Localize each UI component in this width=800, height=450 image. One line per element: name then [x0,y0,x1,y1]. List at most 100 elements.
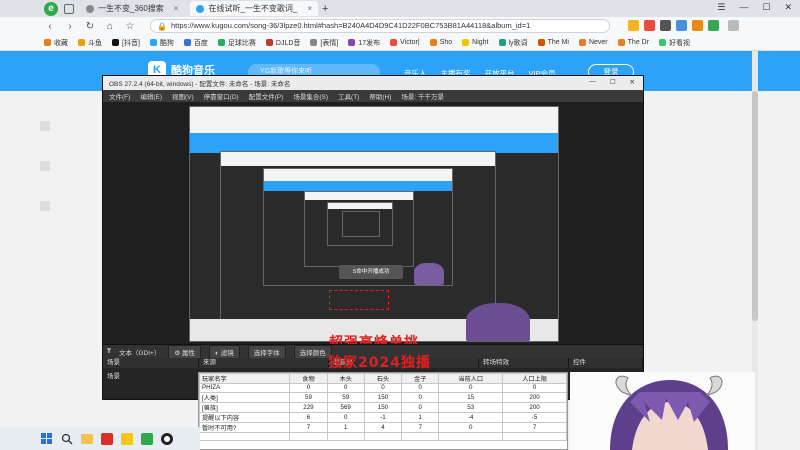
select-color-button[interactable]: 选择颜色 [293,344,332,359]
table-row: PHIZA 0 0 0 0 0 0 [198,383,567,393]
dock-controls-header: 控件 [569,358,643,368]
captured-frame: S命中开播成功 [220,151,496,321]
bookmark-item[interactable]: Victor| [390,39,420,46]
sidebar-toggle-icon[interactable] [64,3,74,14]
bookmark-item[interactable]: Night [462,39,489,46]
close-window-icon[interactable]: ✕ [630,78,635,86]
extension-icon[interactable] [676,20,687,31]
tab-search[interactable]: 一生不变_360搜索 × [80,1,184,16]
tab-kugou[interactable]: 在线试听_一生不变歌词_ × [190,1,319,16]
page-side-icons [40,121,52,301]
search-icon[interactable] [60,432,74,446]
col-header: 木头 [326,373,365,384]
bookmark-item[interactable]: DJLD音 [265,38,300,48]
menu-icon[interactable]: ☰ [717,2,725,13]
bookmark-item[interactable]: 17发布 [348,38,380,48]
bookmark-item[interactable]: 足球比赛 [217,38,256,48]
app-icon-green[interactable] [140,432,154,446]
browser-tab-bar: e 一生不变_360搜索 × 在线试听_一生不变歌词_ × + ☰ — ☐ ✕ [0,0,800,17]
extension-icon[interactable] [708,20,719,31]
minimize-icon[interactable]: — [739,2,748,13]
captured-frame [327,202,393,246]
properties-button[interactable]: ⚙ 属性 [168,344,201,359]
resource-table: 玩家名字 食物 木头 石头 金子 当前人口 人口上限 PHIZA 0 0 0 0 0 0 [… [198,372,568,450]
bookmark-item[interactable]: 收藏 [44,38,68,48]
col-header: 人口上限 [502,373,567,384]
minimize-icon[interactable]: — [589,78,596,86]
bookmark-item[interactable]: 斗鱼 [78,38,102,48]
menu-docks[interactable]: 停靠窗口(D) [204,91,239,101]
menu-icon[interactable] [728,20,739,31]
table-row: 提醒以下内容 6 0 -1 1 -4 -5 [198,411,567,423]
bookmark-item[interactable]: ly歌词 [498,38,528,48]
bookmark-item[interactable]: Sho [429,39,452,46]
extension-icon[interactable] [644,20,655,31]
menu-scene[interactable]: 场景: 千千万景 [401,91,444,101]
menu-profile[interactable]: 配置文件(P) [249,91,284,101]
home-icon[interactable]: ⌂ [104,21,116,32]
tab-favicon-icon [196,4,205,13]
url-input[interactable]: 🔒 https://www.kugou.com/song-36/3lpze0.h… [150,19,610,33]
table-row: [兽族] 229 569 150 0 53 200 [198,401,567,413]
star-icon[interactable]: ☆ [124,21,136,32]
text-icon: T [107,348,111,355]
back-icon[interactable]: ‹ [44,21,56,32]
app-icon-red[interactable] [100,432,114,446]
extension-icon[interactable] [628,20,639,31]
filter-icon: ◐ [214,349,219,357]
menu-view[interactable]: 视图(V) [172,91,194,101]
avatar-illustration [610,375,728,450]
streamer-avatar [570,372,755,450]
close-icon[interactable]: × [307,4,312,13]
menu-tools[interactable]: 工具(T) [338,91,359,101]
browser-logo-icon: e [44,1,58,16]
bookmark-item[interactable]: Never [578,39,608,46]
menu-scene-collection[interactable]: 场景集合(S) [293,91,328,101]
address-bar-row: ‹ › ↻ ⌂ ☆ 🔒 https://www.kugou.com/song-3… [0,17,800,35]
close-icon[interactable]: × [174,4,179,13]
app-icon-yellow[interactable] [120,432,134,446]
maximize-icon[interactable]: ☐ [762,2,770,13]
maximize-icon[interactable]: ☐ [610,78,616,86]
captured-frame: S命中开播成功 [263,168,453,286]
selection-box [329,290,389,310]
menu-help[interactable]: 帮助(H) [369,91,391,101]
dock-scenes-header: 场景 [103,358,199,368]
forward-icon[interactable]: › [64,21,76,32]
avatar [466,303,530,341]
scene-item[interactable]: 场景 [107,370,120,380]
bookmark-item[interactable]: The Dr [617,39,649,46]
table-header-row: 玩家名字 食物 木头 石头 金子 当前人口 人口上限 [198,373,567,384]
bookmark-item[interactable]: 百度 [183,38,208,48]
filters-button[interactable]: ◐ 滤镜 [208,344,240,359]
file-explorer-icon[interactable] [80,432,94,446]
windows-start-icon[interactable] [40,432,54,446]
extension-icon[interactable] [692,20,703,31]
bookmark-item[interactable]: [抖音] [112,38,140,48]
select-font-button[interactable]: 选择字体 [247,344,286,359]
extension-icon[interactable] [660,20,671,31]
resource-table-grid: 玩家名字 食物 木头 石头 金子 当前人口 人口上限 PHIZA 0 0 0 0 0 0 [… [198,373,567,442]
menu-edit[interactable]: 编辑(E) [140,91,162,101]
reload-icon[interactable]: ↻ [84,21,96,32]
bookmark-item[interactable]: [表情] [310,38,338,48]
menu-file[interactable]: 文件(F) [109,91,130,101]
bookmark-item[interactable]: 酷狗 [149,38,174,48]
obs-preview[interactable]: S命中开播成功 超强高峰单挑 [103,102,643,344]
bookmark-item[interactable]: 好看视 [659,38,690,48]
bookmarks-bar: 收藏 斗鱼 [抖音] 酷狗 百度 足球比赛 DJLD音 [表情] 17发布 Vi… [0,35,800,51]
obs-title-bar: OBS 27.2.4 (64-bit, windows) - 配置文件: 未命名… [103,76,643,90]
col-header: 食物 [289,373,328,384]
close-window-icon[interactable]: ✕ [784,2,792,13]
table-row: 暂时不可用? 7 1 4 7 0 7 [198,421,567,433]
captured-frame [304,191,414,267]
taskbar [0,427,200,450]
col-header: 玩家名字 [198,373,291,384]
lock-icon: 🔒 [157,22,167,31]
obs-app-icon[interactable] [160,432,174,446]
col-header: 金子 [401,373,440,384]
gear-icon: ⚙ [174,349,181,357]
new-tab-icon[interactable]: + [322,3,328,15]
inner-popup: S命中开播成功 [339,265,403,279]
bookmark-item[interactable]: The Mi [537,39,569,46]
